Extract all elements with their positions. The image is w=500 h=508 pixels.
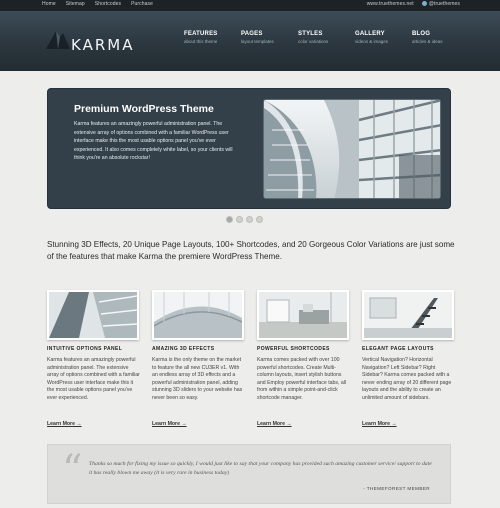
learn-more-link[interactable]: Learn More → (152, 421, 187, 427)
utility-link-home[interactable]: Home (42, 1, 56, 7)
nav-subtitle: videos & images (355, 39, 389, 44)
nav-title: FEATURES (184, 31, 218, 37)
learn-more-link[interactable]: Learn More → (362, 421, 397, 427)
twitter-link[interactable]: @truethemes (421, 1, 460, 7)
slide-architecture-image (263, 99, 441, 199)
testimonial-box: “ Thanks so much for fixing my issue so … (47, 444, 451, 504)
nav-subtitle: color variations (298, 39, 329, 44)
slider-dot[interactable] (226, 216, 233, 223)
hero-slider[interactable]: Premium WordPress Theme Karma features a… (47, 88, 451, 209)
nav-subtitle: articles & ideas (412, 39, 443, 44)
twitter-icon (421, 1, 427, 7)
site-logo[interactable]: KARMA (71, 36, 134, 54)
feature-image[interactable] (362, 290, 454, 340)
slider-dot[interactable] (236, 216, 243, 223)
slider-dot[interactable] (246, 216, 253, 223)
twitter-handle: @truethemes (428, 1, 460, 7)
testimonial-text: Thanks so much for fixing my issue so qu… (89, 461, 432, 476)
feature-description: Vertical Navigation? Horizontal Navigati… (362, 357, 452, 401)
feature-3d-effects: AMAZING 3D EFFECTS Karma is the only the… (152, 290, 247, 402)
utility-link-sitemap[interactable]: Sitemap (66, 1, 85, 7)
slider-dot[interactable] (256, 216, 263, 223)
nav-item-pages[interactable]: PAGES layout templates (241, 31, 298, 44)
slide-description: Karma features an amazingly powerful adm… (74, 121, 233, 162)
feature-description: Karma features an amazingly powerful adm… (47, 357, 140, 401)
feature-title: AMAZING 3D EFFECTS (152, 346, 215, 352)
nav-subtitle: layout templates (241, 39, 274, 44)
feature-shortcodes: POWERFUL SHORTCODES Karma comes packed w… (257, 290, 352, 402)
slider-pagination (226, 216, 263, 223)
feature-title: ELEGANT PAGE LAYOUTS (362, 346, 434, 352)
feature-image[interactable] (152, 290, 244, 340)
nav-title: PAGES (241, 31, 263, 37)
nav-title: GALLERY (355, 31, 385, 37)
utility-link-purchase[interactable]: Purchase (131, 1, 153, 7)
utility-bar: Home Sitemap Shortcodes Purchase www.tru… (0, 0, 500, 11)
nav-title: BLOG (412, 31, 431, 37)
feature-description: Karma comes packed with over 100 powerfu… (257, 357, 347, 401)
utility-link-shortcodes[interactable]: Shortcodes (95, 1, 121, 7)
intro-tagline: Stunning 3D Effects, 20 Unique Page Layo… (47, 240, 455, 261)
logo-mountain-icon (46, 31, 70, 49)
testimonial-author: - THEMEFOREST MEMBER (363, 486, 430, 491)
feature-title: POWERFUL SHORTCODES (257, 346, 330, 352)
website-link[interactable]: www.truethemes.net (367, 1, 414, 7)
nav-item-gallery[interactable]: GALLERY videos & images (355, 31, 412, 44)
feature-description: Karma is the only theme on the market to… (152, 357, 243, 401)
quote-icon: “ (62, 447, 83, 493)
nav-title: STYLES (298, 31, 323, 37)
main-nav: FEATURES about this theme PAGES layout t… (184, 31, 469, 44)
feature-options-panel: INTUITIVE OPTIONS PANEL Karma features a… (47, 290, 142, 402)
utility-links: Home Sitemap Shortcodes Purchase (42, 1, 153, 7)
learn-more-link[interactable]: Learn More → (257, 421, 292, 427)
nav-item-styles[interactable]: STYLES color variations (298, 31, 355, 44)
feature-image[interactable] (47, 290, 139, 340)
learn-more-link[interactable]: Learn More → (47, 421, 82, 427)
nav-item-features[interactable]: FEATURES about this theme (184, 31, 241, 44)
nav-item-blog[interactable]: BLOG articles & ideas (412, 31, 469, 44)
feature-title: INTUITIVE OPTIONS PANEL (47, 346, 123, 352)
nav-subtitle: about this theme (184, 39, 218, 44)
utility-right: www.truethemes.net @truethemes (367, 1, 460, 7)
slide-title: Premium WordPress Theme (74, 103, 214, 115)
site-header: KARMA FEATURES about this theme PAGES la… (0, 11, 500, 71)
feature-image[interactable] (257, 290, 349, 340)
feature-page-layouts: ELEGANT PAGE LAYOUTS Vertical Navigation… (362, 290, 457, 402)
